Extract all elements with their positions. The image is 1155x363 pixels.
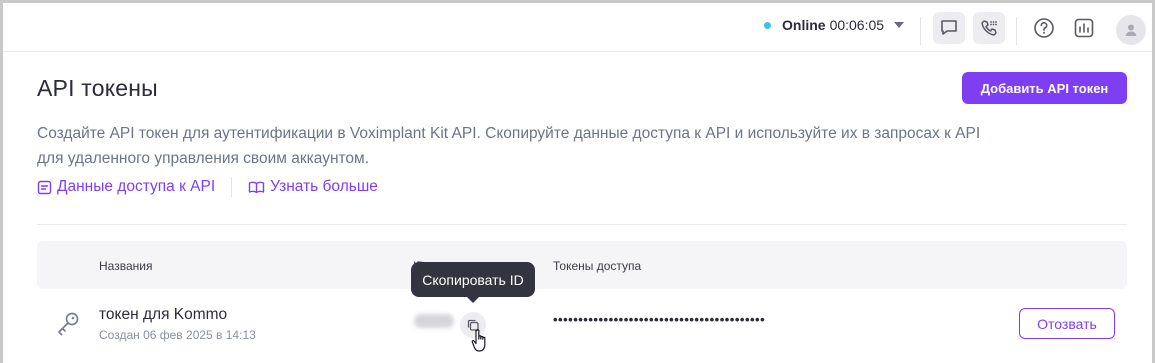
learn-more-link[interactable]: Узнать больше bbox=[248, 178, 378, 196]
hand-cursor-icon bbox=[471, 329, 486, 352]
token-name: токен для Kommo bbox=[99, 306, 228, 323]
top-bar: Online 00:06:05 bbox=[3, 3, 1152, 52]
token-id-blurred bbox=[414, 314, 454, 328]
api-access-link[interactable]: Данные доступа к API bbox=[37, 178, 215, 196]
add-api-token-button[interactable]: Добавить API токен bbox=[962, 72, 1127, 104]
revoke-button[interactable]: Отозвать bbox=[1019, 308, 1115, 339]
column-header-name: Названия bbox=[99, 259, 153, 273]
access-token-masked: ••••••••••••••••••••••••••••••••••••••••… bbox=[553, 312, 766, 327]
chat-button[interactable] bbox=[933, 12, 965, 44]
column-header-tokens: Токены доступа bbox=[553, 259, 642, 273]
token-created: Создан 06 фев 2025 в 14:13 bbox=[99, 328, 256, 342]
help-button[interactable] bbox=[1032, 16, 1056, 40]
help-icon bbox=[1034, 18, 1054, 38]
key-icon bbox=[58, 312, 79, 336]
phone-icon bbox=[981, 20, 997, 36]
learn-more-label: Узнать больше bbox=[270, 178, 378, 195]
divider bbox=[1016, 17, 1017, 45]
online-dot-icon bbox=[764, 21, 771, 29]
chevron-down-icon bbox=[894, 22, 905, 28]
status-label: Online bbox=[782, 17, 826, 33]
page-title: API токены bbox=[37, 75, 158, 101]
user-avatar-icon bbox=[1125, 24, 1137, 36]
status-selector[interactable]: Online 00:06:05 bbox=[764, 17, 905, 33]
document-icon bbox=[37, 180, 52, 194]
phone-button[interactable] bbox=[973, 12, 1005, 44]
section-divider bbox=[37, 224, 1127, 225]
book-icon bbox=[248, 181, 265, 193]
page-description: Создайте API токен для аутентификации в … bbox=[37, 125, 981, 167]
table-header: Названия ID Токены доступа bbox=[37, 241, 1127, 289]
stats-button[interactable] bbox=[1072, 16, 1096, 40]
copy-id-tooltip: Скопировать ID bbox=[411, 262, 535, 303]
stats-icon bbox=[1074, 18, 1094, 38]
chat-icon bbox=[941, 20, 957, 35]
help-links: Данные доступа к API Узнать больше bbox=[37, 177, 378, 197]
status-timer: 00:06:05 bbox=[829, 17, 885, 33]
divider bbox=[231, 177, 233, 197]
api-access-label: Данные доступа к API bbox=[57, 178, 216, 195]
avatar[interactable] bbox=[1116, 15, 1146, 45]
divider bbox=[920, 17, 921, 45]
